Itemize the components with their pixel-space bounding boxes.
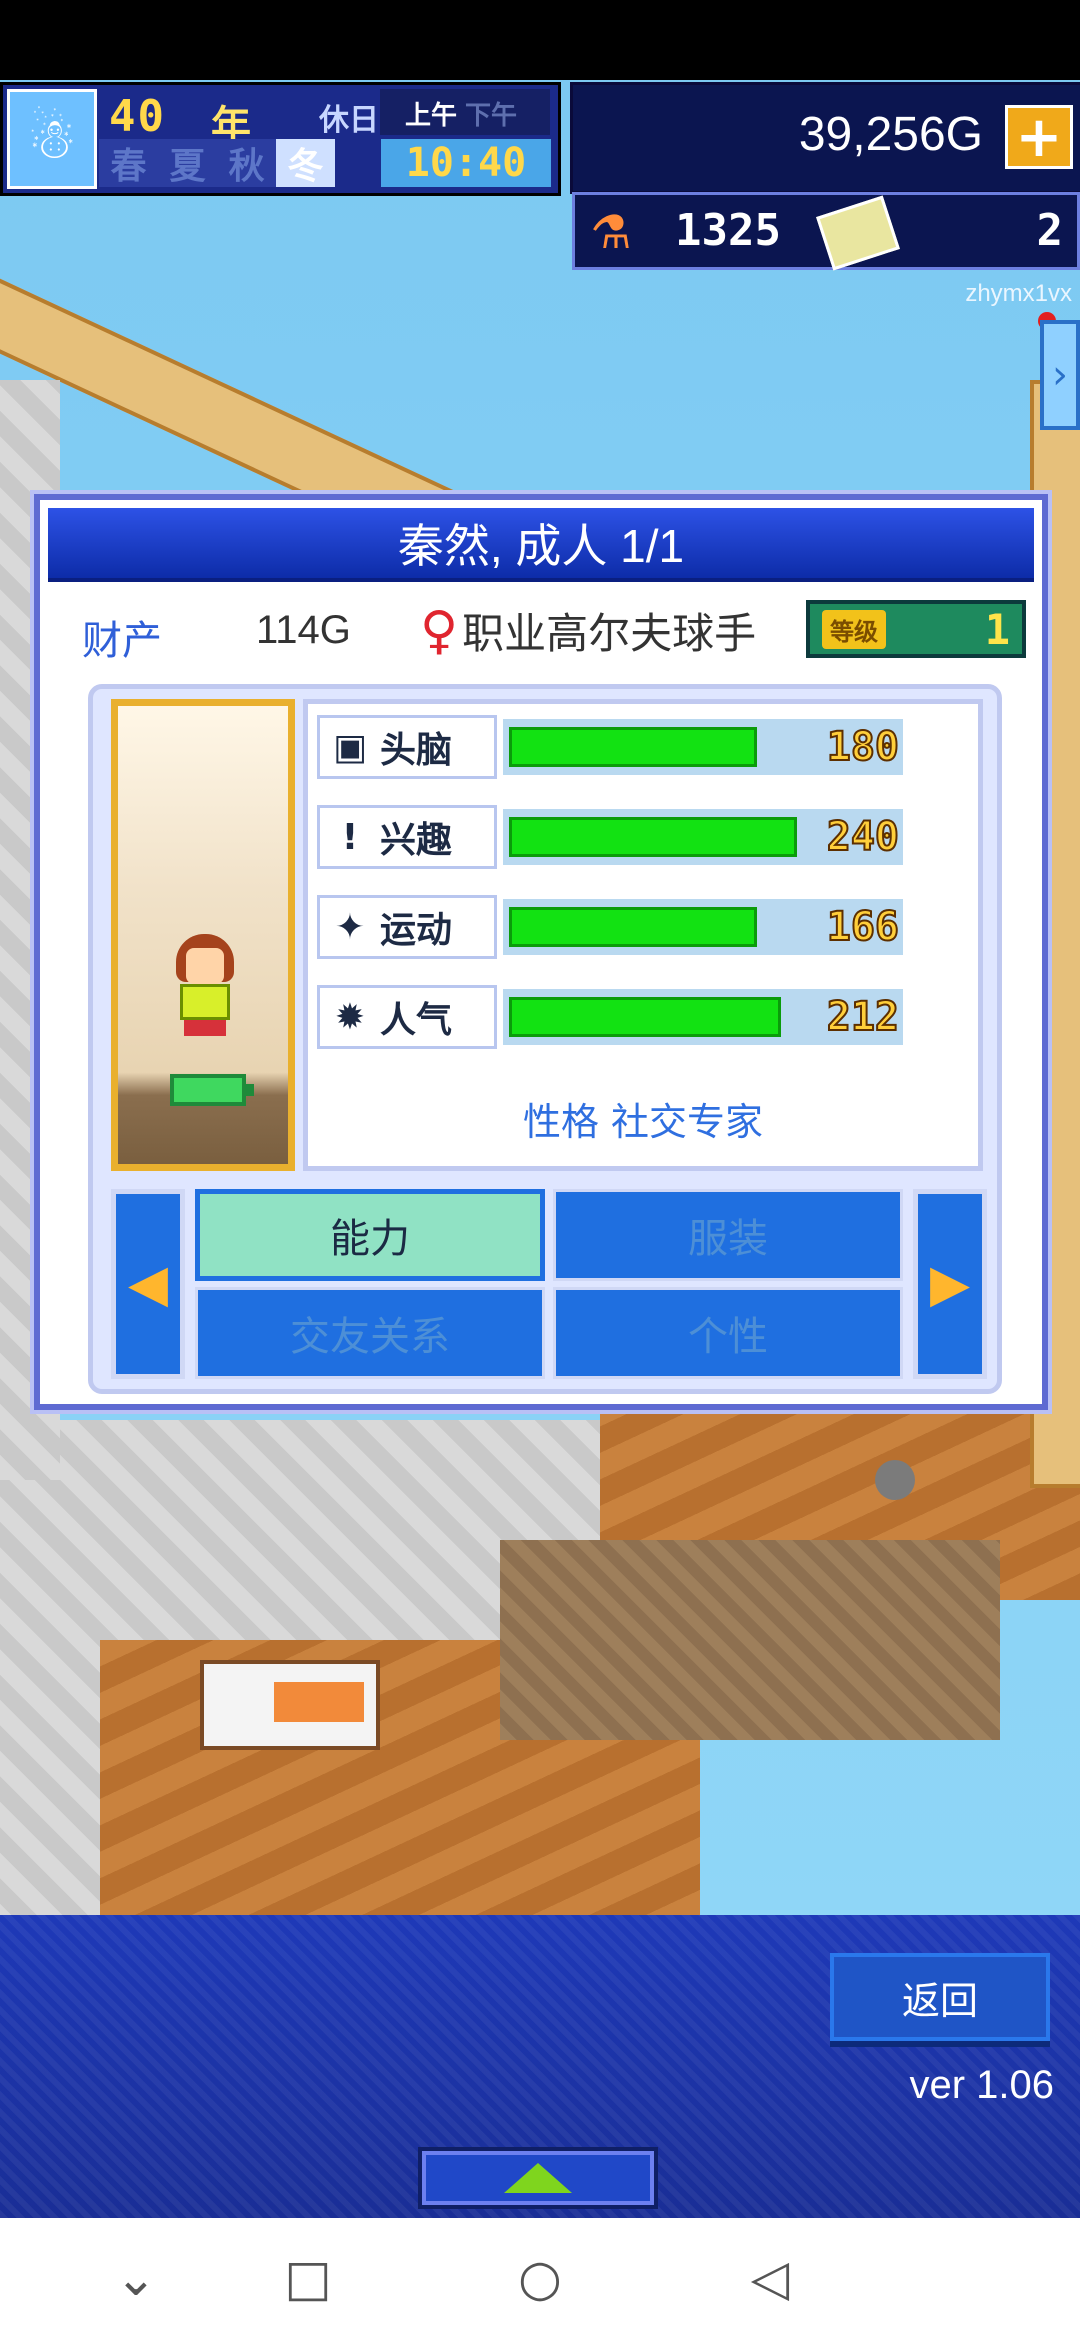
prev-button[interactable]: ◀ bbox=[111, 1189, 185, 1379]
holiday-label: 休日 bbox=[319, 103, 379, 138]
asset-label: 财产 bbox=[82, 618, 162, 664]
stat-bar: 180 bbox=[503, 719, 903, 775]
stat-name: ✹ 人气 bbox=[317, 985, 497, 1049]
year-value: 40 bbox=[109, 91, 166, 142]
money-value: 39,256G bbox=[798, 108, 983, 161]
pm-label: 下午 bbox=[465, 101, 518, 131]
bed-icon bbox=[200, 1660, 380, 1750]
stat-bar-fill bbox=[509, 907, 757, 947]
character-sprite bbox=[168, 934, 242, 1044]
sport-icon: ✦ bbox=[334, 906, 366, 948]
plus-icon[interactable]: + bbox=[1005, 105, 1073, 170]
stat-row: ✦ 运动 166 bbox=[317, 895, 917, 959]
date-time-hud: ☃ 40 年 休日 上午 下午 春 夏 秋 冬 10:40 bbox=[0, 82, 561, 196]
season-list: 春 夏 秋 冬 bbox=[99, 139, 335, 187]
level-badge: 等级 1 bbox=[806, 600, 1026, 658]
status-bar bbox=[0, 0, 1080, 80]
personality: 性格 社交专家 bbox=[303, 1091, 983, 1146]
stat-row: ! 兴趣 240 bbox=[317, 805, 917, 869]
stat-label: 头脑 bbox=[380, 730, 453, 771]
level-value: 1 bbox=[984, 604, 1010, 654]
expand-menu-button[interactable] bbox=[418, 2147, 658, 2209]
back-icon[interactable]: ◁ bbox=[740, 2248, 800, 2308]
flask-icon: ⚗ bbox=[590, 205, 632, 259]
season-spring: 春 bbox=[99, 139, 158, 187]
stat-bar-fill bbox=[509, 997, 781, 1037]
job-title: 职业高尔夫球手 bbox=[462, 609, 757, 658]
character-panel: 秦然, 成人 1/1 财产 114G ♀ 职业高尔夫球手 等级 1 性格 社交专… bbox=[34, 494, 1048, 1410]
personality-label: 性格 bbox=[522, 1100, 599, 1144]
system-nav-bar: ⌄ □ ○ ◁ bbox=[0, 2218, 1080, 2340]
stat-value: 166 bbox=[826, 903, 900, 951]
female-icon: ♀ bbox=[420, 600, 459, 661]
stat-bar: 240 bbox=[503, 809, 903, 865]
stamina-battery-icon bbox=[170, 1074, 254, 1106]
chevron-right-icon: › bbox=[1052, 352, 1068, 398]
tab-navigation: ◀ 能力 服装 交友关系 个性 ▶ bbox=[111, 1189, 987, 1379]
stat-value: 180 bbox=[826, 723, 900, 771]
user-id: zhymx1vx bbox=[965, 280, 1072, 307]
personality-value: 社交专家 bbox=[611, 1100, 764, 1144]
stat-name: ▣ 头脑 bbox=[317, 715, 497, 779]
panel-title: 秦然, 成人 1/1 bbox=[48, 508, 1034, 582]
stat-bar-fill bbox=[509, 817, 797, 857]
stat-row: ▣ 头脑 180 bbox=[317, 715, 917, 779]
carpet-floor bbox=[500, 1540, 1000, 1740]
stat-bar-fill bbox=[509, 727, 757, 767]
money-hud: 39,256G + bbox=[570, 82, 1080, 194]
job-info: ♀ 职业高尔夫球手 bbox=[420, 600, 756, 661]
tab-friends[interactable]: 交友关系 bbox=[195, 1287, 545, 1379]
stat-bar: 212 bbox=[503, 989, 903, 1045]
stat-label: 人气 bbox=[380, 1000, 453, 1041]
tab-character[interactable]: 个性 bbox=[553, 1287, 903, 1379]
tab-ability[interactable]: 能力 bbox=[195, 1189, 545, 1281]
stat-row: ✹ 人气 212 bbox=[317, 985, 917, 1049]
season-autumn: 秋 bbox=[217, 139, 276, 187]
character-portrait bbox=[111, 699, 295, 1171]
chevron-right-icon: ▶ bbox=[930, 1254, 970, 1314]
research-points: 1325 bbox=[675, 205, 781, 256]
interest-icon: ! bbox=[341, 816, 359, 858]
panel-body: 性格 社交专家 ◀ 能力 服装 交友关系 个性 ▶ ▣ 头脑 180! 兴趣 240 ✦ 运… bbox=[88, 684, 1002, 1394]
level-label: 等级 bbox=[822, 609, 886, 649]
ticket-count: 2 bbox=[1036, 205, 1064, 256]
brain-icon: ▣ bbox=[332, 726, 367, 768]
visitor-icon bbox=[875, 1460, 915, 1500]
home-icon[interactable]: ○ bbox=[510, 2248, 570, 2308]
am-label: 上午 bbox=[405, 101, 458, 131]
stat-label: 运动 bbox=[380, 910, 453, 951]
resources-hud: ⚗ 1325 2 bbox=[572, 192, 1080, 271]
chevron-down-icon[interactable]: ⌄ bbox=[106, 2248, 166, 2308]
stat-name: ! 兴趣 bbox=[317, 805, 497, 869]
season-summer: 夏 bbox=[158, 139, 217, 187]
stat-name: ✦ 运动 bbox=[317, 895, 497, 959]
chevron-left-icon: ◀ bbox=[128, 1254, 168, 1314]
stat-value: 212 bbox=[826, 993, 900, 1041]
popularity-icon: ✹ bbox=[334, 996, 366, 1038]
season-winter: 冬 bbox=[276, 139, 335, 187]
stat-label: 兴趣 bbox=[380, 820, 453, 861]
side-menu-tab[interactable]: › bbox=[1040, 320, 1080, 430]
version-label: ver 1.06 bbox=[909, 2063, 1054, 2107]
tab-outfit[interactable]: 服装 bbox=[553, 1189, 903, 1281]
back-button[interactable]: 返回 bbox=[830, 1953, 1050, 2041]
snowman-icon[interactable]: ☃ bbox=[7, 89, 97, 189]
stat-bar: 166 bbox=[503, 899, 903, 955]
stat-value: 240 bbox=[826, 813, 900, 861]
next-button[interactable]: ▶ bbox=[913, 1189, 987, 1379]
bottom-bar: 返回 ver 1.06 bbox=[0, 1915, 1080, 2218]
arrow-up-icon bbox=[504, 2163, 572, 2193]
asset-value: 114G bbox=[256, 608, 351, 652]
ticket-icon bbox=[816, 195, 900, 271]
clock: 10:40 bbox=[381, 139, 551, 187]
recent-apps-icon[interactable]: □ bbox=[278, 2248, 338, 2308]
